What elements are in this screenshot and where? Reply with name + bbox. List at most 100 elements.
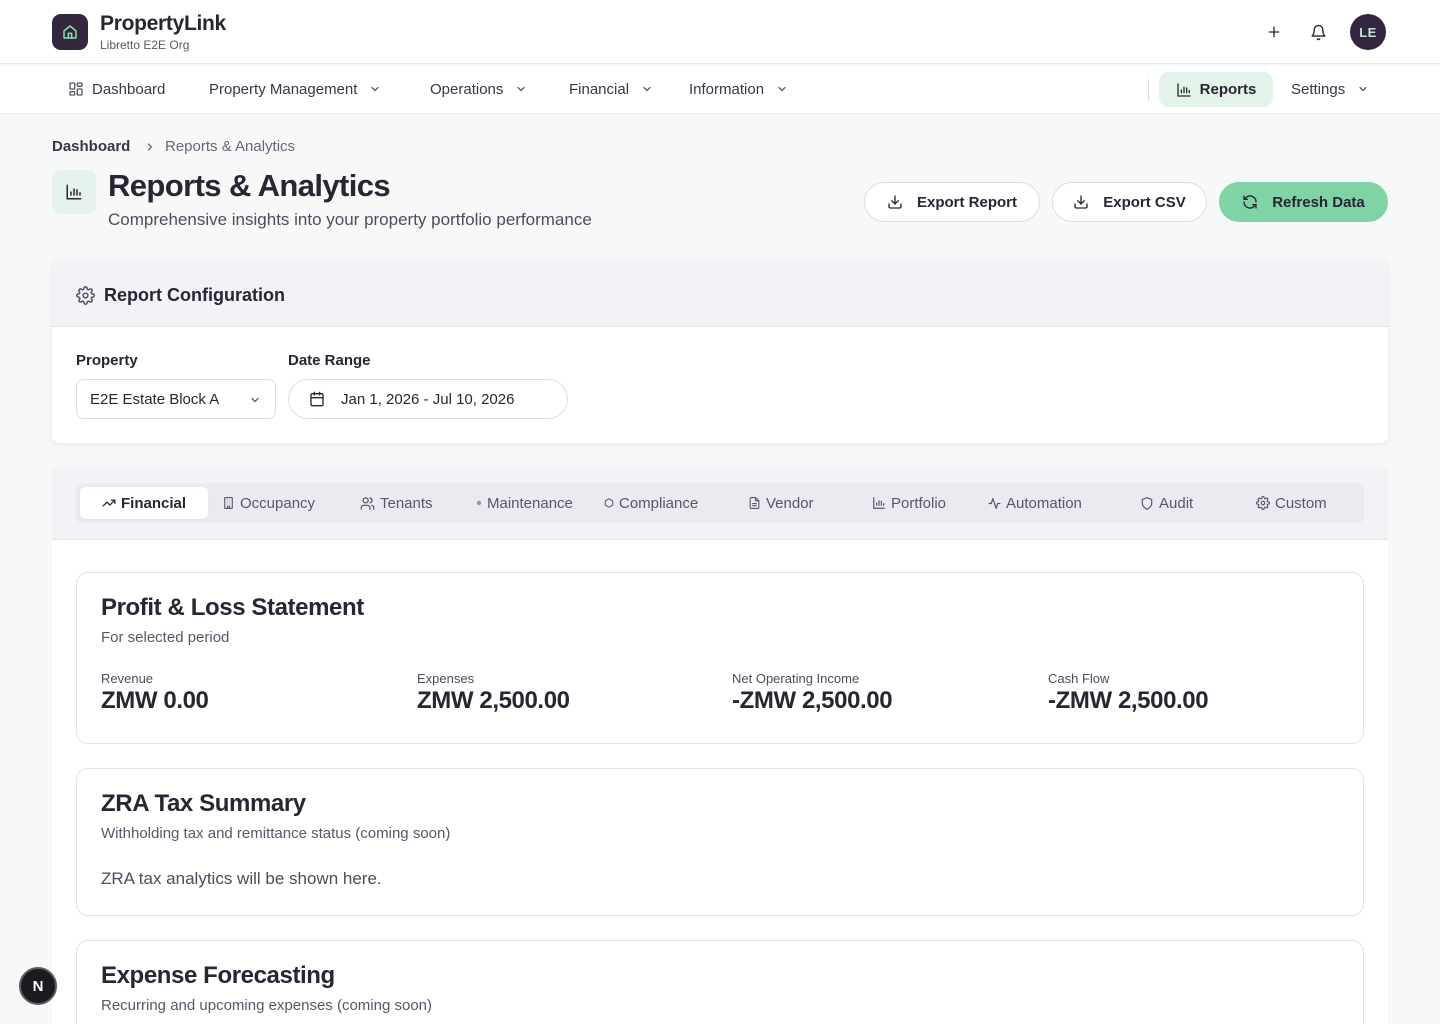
tab-label: Vendor — [766, 494, 814, 512]
nav-item-label: Financial — [569, 80, 630, 98]
tab-portfolio[interactable]: Portfolio — [872, 487, 946, 519]
date-range-value: Jan 1, 2026 - Jul 10, 2026 — [341, 390, 515, 408]
tab-maintenance[interactable]: Maintenance — [476, 487, 573, 519]
tab-label: Audit — [1159, 494, 1194, 512]
zra-tax-summary-card: ZRA Tax Summary Withholding tax and remi… — [76, 768, 1364, 916]
main-nav: Dashboard Property Management Operations… — [0, 65, 1440, 114]
card-subtitle: Recurring and upcoming expenses (coming … — [101, 997, 433, 1014]
export-report-label: Export Report — [916, 193, 1017, 211]
chevron-down-icon — [517, 86, 525, 92]
bar-chart-icon — [1176, 82, 1191, 97]
nav-item-dashboard[interactable]: Dashboard — [68, 65, 165, 113]
date-range-label: Date Range — [288, 352, 371, 369]
chevron-down-icon — [778, 86, 786, 92]
property-select[interactable]: E2E Estate Block A — [76, 379, 276, 419]
nav-item-settings[interactable]: Settings — [1291, 65, 1369, 113]
net-operating-income-label: Net Operating Income — [732, 671, 860, 686]
dev-tools-badge[interactable]: N — [19, 967, 57, 1005]
users-icon — [360, 496, 375, 510]
page-title-icon — [52, 170, 96, 214]
tab-financial[interactable]: Financial — [80, 487, 208, 519]
nav-item-label: Operations — [430, 80, 504, 98]
cash-flow-value: -ZMW 2,500.00 — [1048, 687, 1209, 714]
page-title: Reports & Analytics — [108, 168, 391, 203]
card-title: Profit & Loss Statement — [101, 594, 364, 621]
tab-label: Tenants — [380, 494, 433, 512]
tab-label: Occupancy — [240, 494, 316, 512]
export-csv-label: Export CSV — [1103, 193, 1186, 211]
date-range-picker[interactable]: Jan 1, 2026 - Jul 10, 2026 — [288, 379, 568, 419]
gear-icon — [76, 286, 95, 305]
tab-audit[interactable]: Audit — [1140, 487, 1193, 519]
tab-compliance[interactable]: Compliance — [604, 487, 698, 519]
building-icon — [224, 497, 233, 509]
revenue-value: ZMW 0.00 — [101, 687, 209, 714]
top-header: PropertyLink Libretto E2E Org LE — [0, 0, 1440, 64]
chevron-down-icon — [643, 86, 651, 92]
nav-item-label: Dashboard — [92, 80, 166, 98]
net-operating-income-value: -ZMW 2,500.00 — [732, 687, 893, 714]
nav-item-label: Settings — [1291, 80, 1346, 98]
home-icon — [63, 25, 77, 39]
tab-label: Compliance — [619, 494, 699, 512]
export-report-button[interactable]: Export Report — [864, 182, 1040, 222]
card-subtitle: Withholding tax and remittance status (c… — [101, 825, 451, 842]
chevron-down-icon — [371, 86, 380, 92]
export-csv-button[interactable]: Export CSV — [1052, 182, 1207, 222]
expenses-label: Expenses — [417, 671, 475, 686]
tab-label: Automation — [1006, 494, 1082, 512]
config-title: Report Configuration — [104, 285, 285, 305]
nav-item-operations[interactable]: Operations — [430, 65, 527, 113]
download-icon — [1074, 195, 1088, 209]
hexagon-icon — [604, 498, 614, 508]
user-avatar[interactable]: LE — [1350, 14, 1386, 50]
tab-tenants[interactable]: Tenants — [360, 487, 433, 519]
plus-icon[interactable] — [1262, 20, 1286, 44]
config-header: Report Configuration — [52, 258, 1388, 327]
card-subtitle: For selected period — [101, 629, 230, 646]
download-icon — [888, 195, 902, 209]
revenue-label: Revenue — [101, 671, 154, 686]
nav-item-reports[interactable]: Reports — [1159, 72, 1273, 107]
property-select-value: E2E Estate Block A — [90, 390, 220, 408]
tab-label: Portfolio — [891, 494, 947, 512]
nav-item-label: Information — [689, 80, 765, 98]
nav-item-information[interactable]: Information — [689, 65, 788, 113]
tab-label: Custom — [1275, 494, 1327, 512]
home-logo[interactable] — [52, 14, 88, 50]
refresh-data-label: Refresh Data — [1272, 193, 1365, 211]
bell-icon[interactable] — [1306, 20, 1330, 44]
tab-custom[interactable]: Custom — [1256, 487, 1327, 519]
nav-item-label: Property Management — [209, 80, 358, 98]
organization-name: Libretto E2E Org — [100, 38, 190, 52]
tab-vendor[interactable]: Vendor — [748, 487, 814, 519]
card-title: ZRA Tax Summary — [101, 790, 306, 817]
refresh-data-button[interactable]: Refresh Data — [1219, 182, 1388, 222]
calendar-icon — [310, 391, 324, 407]
bar-chart-icon — [66, 184, 82, 200]
nav-item-property-management[interactable]: Property Management — [209, 65, 381, 113]
gear-icon — [1256, 496, 1270, 510]
tabs-header: Financial Occupancy Tenants Maintenance … — [52, 467, 1388, 540]
tab-label: Financial — [120, 494, 187, 512]
card-title: Expense Forecasting — [101, 962, 335, 989]
breadcrumb-home[interactable]: Dashboard — [52, 138, 130, 155]
nav-divider — [1148, 79, 1149, 101]
nav-item-label: Reports — [1199, 81, 1257, 98]
profit-loss-card: Profit & Loss Statement For selected per… — [76, 572, 1364, 744]
nav-item-financial[interactable]: Financial — [569, 65, 653, 113]
chevron-right-icon — [147, 143, 153, 151]
breadcrumb-current: Reports & Analytics — [165, 138, 296, 155]
dot-icon — [476, 500, 482, 506]
tab-occupancy[interactable]: Occupancy — [222, 487, 315, 519]
page-subtitle: Comprehensive insights into your propert… — [108, 210, 592, 229]
grid-icon — [69, 82, 83, 96]
property-label: Property — [76, 352, 138, 369]
refresh-icon — [1243, 195, 1257, 209]
report-configuration-card: Report Configuration Property Date Range… — [52, 258, 1388, 443]
card-body-text: ZRA tax analytics will be shown here. — [101, 869, 382, 888]
tab-automation[interactable]: Automation — [988, 487, 1082, 519]
tab-label: Maintenance — [487, 494, 573, 512]
trending-up-icon — [102, 499, 116, 507]
shield-icon — [1141, 496, 1153, 510]
